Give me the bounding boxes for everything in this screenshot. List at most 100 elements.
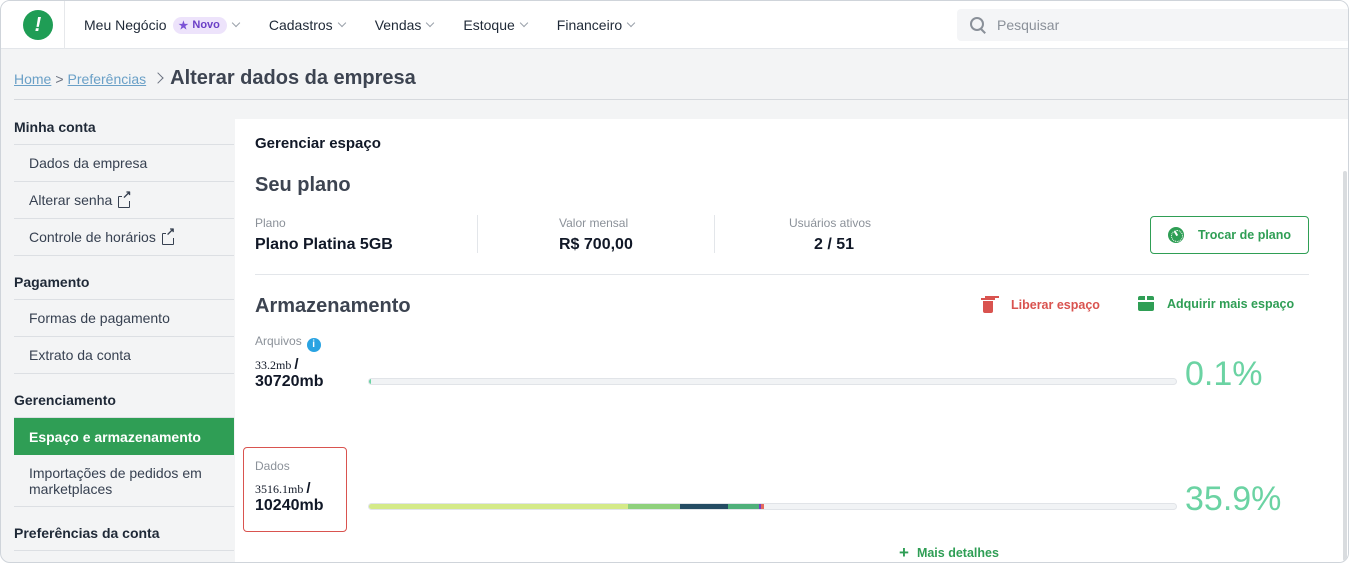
plan-value: Plano Platina 5GB xyxy=(255,236,393,253)
monthly-value-label: Valor mensal xyxy=(559,216,629,230)
new-badge: ★ Novo xyxy=(172,16,227,34)
data-used-value: 3516.1mb xyxy=(255,482,304,496)
chevron-down-icon xyxy=(231,18,241,28)
data-usage-segment xyxy=(628,504,680,509)
data-used: 3516.1mb / xyxy=(255,480,311,497)
storage-heading: Armazenamento xyxy=(255,295,411,317)
sidebar-item-label: Importações de pedidos em marketplaces xyxy=(29,464,202,497)
breadcrumb: Home > Preferências Alterar dados da emp… xyxy=(14,67,416,90)
files-label-row: Arquivos i xyxy=(255,334,321,352)
package-icon xyxy=(1138,296,1154,311)
nav-financeiro[interactable]: Financeiro xyxy=(556,17,636,33)
sidebar-item-label: Extrato da conta xyxy=(29,347,131,363)
data-label: Dados xyxy=(255,459,290,473)
nav-label: Vendas xyxy=(374,17,422,33)
sidebar-heading-pagamento: Pagamento xyxy=(14,264,234,300)
app-logo-icon[interactable]: ! xyxy=(23,10,53,40)
chevron-down-icon xyxy=(626,18,636,28)
search-icon xyxy=(969,16,987,34)
files-usage-segment xyxy=(369,379,371,384)
sidebar-item-label: Alterar senha xyxy=(29,192,113,208)
star-icon: ★ xyxy=(178,19,189,32)
files-usage-bar xyxy=(368,378,1177,385)
nav-estoque[interactable]: Estoque xyxy=(463,17,529,33)
data-usage-percent: 35.9% xyxy=(1185,480,1282,518)
button-label: Liberar espaço xyxy=(1011,297,1100,312)
files-usage-percent: 0.1% xyxy=(1185,355,1263,393)
nav-label: Cadastros xyxy=(268,17,333,33)
chevron-down-icon xyxy=(519,18,529,28)
data-usage-bar xyxy=(368,503,1177,510)
plan-heading: Seu plano xyxy=(255,174,351,196)
divider xyxy=(64,1,65,49)
files-label: Arquivos xyxy=(255,334,302,348)
main-nav: Meu Negócio ★ Novo Cadastros Vendas Esto… xyxy=(84,1,664,49)
divider xyxy=(255,274,1309,275)
free-space-button[interactable]: Liberar espaço xyxy=(981,296,1100,313)
sidebar-heading-gerenciamento: Gerenciamento xyxy=(14,382,234,418)
chevron-right-icon xyxy=(152,72,164,84)
buy-more-space-button[interactable]: Adquirir mais espaço xyxy=(1138,296,1294,311)
breadcrumb-preferencias-link[interactable]: Preferências xyxy=(68,71,147,87)
files-used-value: 33.2mb xyxy=(255,358,292,372)
top-navbar: ! Meu Negócio ★ Novo Cadastros Vendas Es… xyxy=(1,1,1348,49)
external-link-icon xyxy=(161,225,176,245)
sidebar-item-alterar-senha[interactable]: Alterar senha xyxy=(14,182,234,219)
search-input[interactable] xyxy=(997,17,1317,33)
sidebar-item-dados-empresa[interactable]: Dados da empresa xyxy=(14,145,234,182)
trash-icon xyxy=(981,296,995,313)
nav-vendas[interactable]: Vendas xyxy=(374,17,435,33)
data-usage-segment xyxy=(761,504,764,509)
search-box xyxy=(957,9,1348,41)
button-label: Trocar de plano xyxy=(1197,228,1292,242)
nav-cadastros[interactable]: Cadastros xyxy=(268,17,346,33)
sidebar-item-espaco[interactable]: Espaço e armazenamento xyxy=(14,418,234,455)
slash: / xyxy=(306,480,311,497)
sidebar-item-label: Espaço e armazenamento xyxy=(29,428,201,445)
change-plan-button[interactable]: Trocar de plano xyxy=(1150,216,1309,254)
sidebar-item-formas-pagamento[interactable]: Formas de pagamento xyxy=(14,300,234,337)
files-used: 33.2mb / xyxy=(255,356,299,373)
divider xyxy=(477,215,478,253)
active-users-value: 2 / 51 xyxy=(814,236,855,253)
nav-meu-negocio[interactable]: Meu Negócio ★ Novo xyxy=(84,16,241,34)
page-title: Alterar dados da empresa xyxy=(170,67,416,89)
slash: / xyxy=(294,356,299,373)
data-total: 10240mb xyxy=(255,497,324,514)
divider xyxy=(714,215,715,253)
sidebar-heading-minha-conta: Minha conta xyxy=(14,109,234,145)
settings-sidebar: Minha conta Dados da empresa Alterar sen… xyxy=(14,109,234,551)
app-window: ! Meu Negócio ★ Novo Cadastros Vendas Es… xyxy=(0,0,1349,563)
sidebar-item-importacoes[interactable]: Importações de pedidos em marketplaces xyxy=(14,455,234,507)
main-panel: Gerenciar espaço Seu plano Plano Plano P… xyxy=(235,119,1348,562)
nav-label: Meu Negócio xyxy=(84,17,167,33)
breadcrumb-home-link[interactable]: Home xyxy=(14,71,51,87)
breadcrumb-separator: > xyxy=(55,71,64,87)
data-usage-segment xyxy=(679,504,729,509)
sidebar-heading-preferencias-conta: Preferências da conta xyxy=(14,515,234,551)
button-label: Adquirir mais espaço xyxy=(1167,296,1295,311)
files-total: 30720mb xyxy=(255,373,324,390)
sidebar-item-controle-horarios[interactable]: Controle de horários xyxy=(14,219,234,256)
scrollbar[interactable] xyxy=(1343,171,1347,561)
sidebar-item-label: Dados da empresa xyxy=(29,155,148,171)
nav-label: Estoque xyxy=(463,17,515,33)
link-label: Mais detalhes xyxy=(916,546,999,560)
plan-label: Plano xyxy=(255,216,286,230)
sidebar-item-label: Controle de horários xyxy=(29,229,156,245)
info-icon[interactable]: i xyxy=(306,338,321,352)
sidebar-item-label: Formas de pagamento xyxy=(29,310,170,326)
plus-icon: + xyxy=(899,543,909,562)
divider xyxy=(14,99,1348,100)
external-link-icon xyxy=(118,188,132,208)
chevron-down-icon xyxy=(337,18,346,28)
gauge-icon xyxy=(1167,227,1184,243)
nav-label: Financeiro xyxy=(556,17,623,33)
data-usage-segment xyxy=(728,504,759,509)
sidebar-item-extrato[interactable]: Extrato da conta xyxy=(14,337,234,374)
section-title: Gerenciar espaço xyxy=(255,135,381,152)
data-usage-segment xyxy=(369,504,629,509)
chevron-down-icon xyxy=(426,18,435,28)
monthly-value: R$ 700,00 xyxy=(559,236,633,253)
more-details-link[interactable]: + Mais detalhes xyxy=(899,543,999,562)
